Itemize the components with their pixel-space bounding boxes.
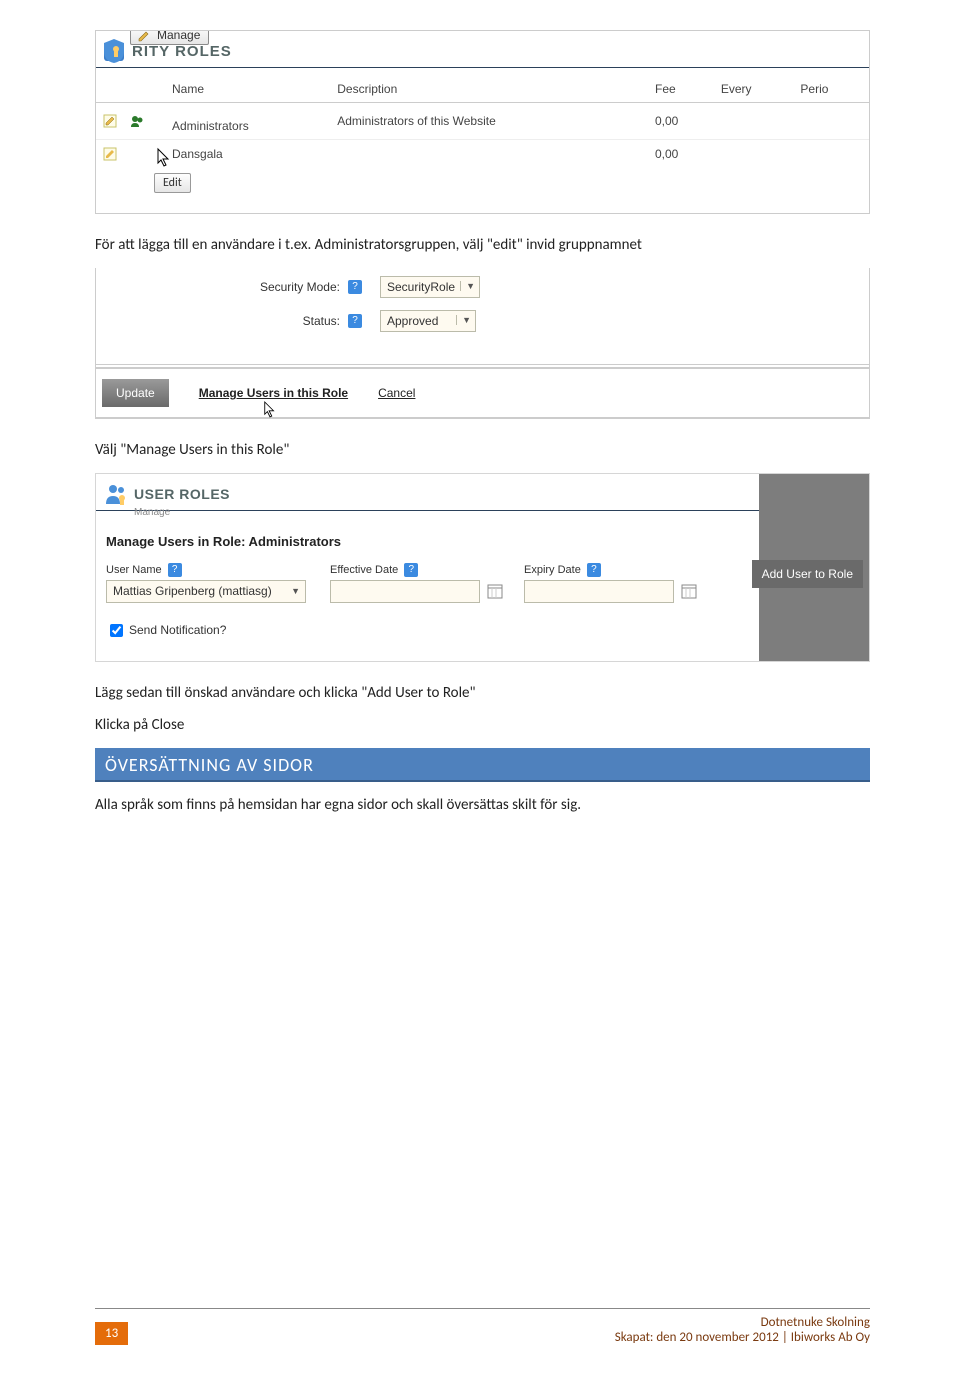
col-perio: Perio xyxy=(794,74,869,103)
page-footer: 13 Dotnetnuke Skolning Skapat: den 20 no… xyxy=(95,1308,870,1345)
edit-form-screenshot: Security Mode: ? SecurityRole Status: ? … xyxy=(95,268,870,419)
send-notification-checkbox[interactable] xyxy=(110,624,123,637)
shield-icon xyxy=(100,37,128,65)
effective-date-input[interactable] xyxy=(330,580,480,603)
security-mode-row: Security Mode: ? SecurityRole xyxy=(226,276,859,298)
col-fee: Fee xyxy=(649,74,715,103)
table-row: Administrators Administrators of this We… xyxy=(96,103,869,140)
status-select[interactable]: Approved xyxy=(380,310,476,332)
manage-button[interactable]: Manage xyxy=(130,30,209,45)
status-row: Status: ? Approved xyxy=(226,310,859,332)
security-roles-screenshot: RITY ROLES Manage Name Description Fee E… xyxy=(95,30,870,214)
action-bar: Update Manage Users in this Role Cancel xyxy=(96,368,869,418)
manage-button-label: Manage xyxy=(157,30,200,42)
col-name: Name xyxy=(166,74,331,103)
paragraph: För att lägga till en användare i t.ex. … xyxy=(95,236,870,254)
cancel-link[interactable]: Cancel xyxy=(378,386,415,400)
edit-row-icon[interactable] xyxy=(102,146,118,162)
effective-date-label: Effective Date xyxy=(330,564,398,576)
help-icon[interactable]: ? xyxy=(348,280,362,294)
user-name-label: User Name xyxy=(106,564,162,576)
user-roles-title: USER ROLES xyxy=(134,486,230,502)
paragraph: Lägg sedan till önskad användare och kli… xyxy=(95,684,870,702)
send-notification-label: Send Notification? xyxy=(129,623,226,637)
page-number: 13 xyxy=(95,1322,128,1345)
paragraph: Välj "Manage Users in this Role" xyxy=(95,441,870,459)
edit-tooltip: Edit xyxy=(154,173,191,193)
footer-created: Skapat: den 20 november 2012 | Ibiworks … xyxy=(615,1330,870,1345)
cell-fee: 0,00 xyxy=(649,140,715,169)
help-icon[interactable]: ? xyxy=(587,563,601,577)
expiry-date-input[interactable] xyxy=(524,580,674,603)
cell-name: Dansgala xyxy=(166,140,331,169)
col-every: Every xyxy=(715,74,795,103)
table-header-row: Name Description Fee Every Perio xyxy=(96,74,869,103)
section-heading: ÖVERSÄTTNING AV SIDOR xyxy=(95,748,870,782)
user-roles-screenshot: USER ROLES Manage Manage Users in Role: … xyxy=(95,473,870,662)
help-icon[interactable]: ? xyxy=(404,563,418,577)
user-roles-manage-link[interactable]: Manage xyxy=(134,507,759,518)
calendar-icon[interactable] xyxy=(487,583,503,602)
security-mode-select[interactable]: SecurityRole xyxy=(380,276,480,298)
edit-row-icon[interactable] xyxy=(102,113,118,129)
users-icon xyxy=(102,480,130,508)
footer-title: Dotnetnuke Skolning xyxy=(615,1315,870,1330)
help-icon[interactable]: ? xyxy=(168,563,182,577)
paragraph: Alla språk som finns på hemsidan har egn… xyxy=(95,796,870,814)
manage-users-link[interactable]: Manage Users in this Role xyxy=(199,386,348,400)
pencil-icon xyxy=(137,30,151,46)
users-row-icon xyxy=(129,113,145,129)
cursor-icon xyxy=(156,147,172,171)
user-name-select[interactable]: Mattias Gripenberg (mattiasg) xyxy=(106,580,306,603)
calendar-icon[interactable] xyxy=(681,583,697,602)
help-icon[interactable]: ? xyxy=(348,314,362,328)
table-row: Dansgala 0,00 xyxy=(96,140,869,169)
col-description: Description xyxy=(331,74,649,103)
cell-name: Administrators xyxy=(166,103,331,140)
cell-fee: 0,00 xyxy=(649,103,715,140)
cursor-icon xyxy=(263,400,277,421)
security-mode-label: Security Mode: xyxy=(226,280,346,294)
status-label: Status: xyxy=(226,314,346,328)
update-button[interactable]: Update xyxy=(102,379,169,407)
expiry-date-label: Expiry Date xyxy=(524,564,581,576)
manage-users-heading: Manage Users in Role: Administrators xyxy=(96,524,759,559)
paragraph: Klicka på Close xyxy=(95,716,870,734)
add-user-to-role-button[interactable]: Add User to Role xyxy=(752,560,863,588)
cell-desc: Administrators of this Website xyxy=(331,103,649,140)
